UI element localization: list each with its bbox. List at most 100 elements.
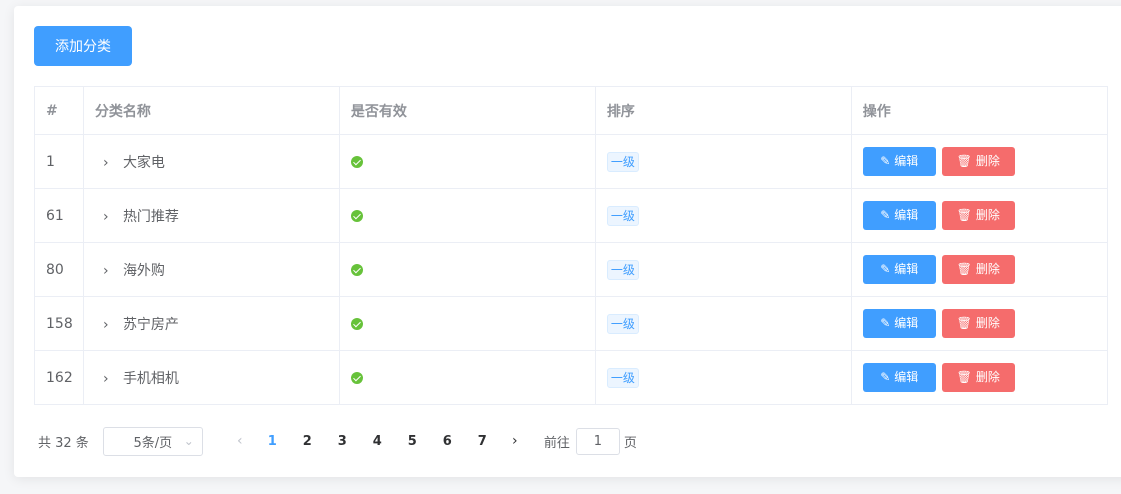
table-row: 162 › 手机相机 一级 ✎ 编辑 🗑 删除 bbox=[34, 350, 1109, 405]
edit-icon: ✎ bbox=[880, 154, 891, 168]
row-index: 158 bbox=[34, 296, 84, 351]
row-name-cell: › 大家电 bbox=[82, 134, 340, 189]
delete-button[interactable]: 🗑 删除 bbox=[941, 201, 1015, 230]
goto-page-input[interactable] bbox=[575, 427, 620, 455]
chevron-right-icon[interactable]: › bbox=[103, 371, 117, 387]
goto-label: 前往 bbox=[543, 435, 570, 451]
edit-button[interactable]: ✎ 编辑 bbox=[862, 147, 936, 176]
page-number-6[interactable]: 6 bbox=[430, 434, 465, 449]
content-card: 添加分类 # 分类名称 是否有效 排序 操作 1 › 大家电 一级 ✎ 编辑 🗑 删除 … bbox=[14, 6, 1121, 477]
row-sort-cell: 一级 bbox=[594, 188, 852, 243]
category-table: # 分类名称 是否有效 排序 操作 1 › 大家电 一级 ✎ 编辑 🗑 删除 61 › 热… bbox=[34, 86, 1109, 405]
delete-label: 删除 bbox=[975, 316, 1000, 330]
edit-button[interactable]: ✎ 编辑 bbox=[862, 363, 936, 392]
page-number-5[interactable]: 5 bbox=[395, 434, 430, 449]
row-index: 61 bbox=[34, 188, 84, 243]
trash-icon: 🗑 bbox=[956, 316, 972, 330]
page-number-1[interactable]: 1 bbox=[255, 434, 290, 449]
add-category-button[interactable]: 添加分类 bbox=[34, 26, 132, 66]
total-count: 共 32 条 bbox=[38, 435, 89, 451]
row-name: 苏宁房产 bbox=[122, 316, 179, 333]
row-valid-cell bbox=[338, 296, 596, 351]
page-number-3[interactable]: 3 bbox=[325, 434, 360, 449]
check-circle-icon bbox=[350, 209, 363, 222]
chevron-right-icon[interactable]: › bbox=[103, 317, 117, 333]
row-op-cell: ✎ 编辑 🗑 删除 bbox=[850, 242, 1109, 297]
row-index: 80 bbox=[34, 242, 84, 297]
row-sort-cell: 一级 bbox=[594, 242, 852, 297]
page-number-4[interactable]: 4 bbox=[360, 434, 395, 449]
delete-label: 删除 bbox=[975, 154, 1000, 168]
page-size-select[interactable]: 5条/页 ⌄ bbox=[102, 426, 203, 456]
chevron-right-icon[interactable]: › bbox=[103, 263, 117, 279]
edit-label: 编辑 bbox=[894, 208, 919, 222]
edit-icon: ✎ bbox=[880, 370, 891, 384]
edit-label: 编辑 bbox=[894, 262, 919, 276]
row-op-cell: ✎ 编辑 🗑 删除 bbox=[850, 188, 1109, 243]
row-valid-cell bbox=[338, 188, 596, 243]
chevron-down-icon: ⌄ bbox=[183, 433, 194, 448]
row-name: 海外购 bbox=[122, 262, 165, 279]
row-valid-cell bbox=[338, 134, 596, 189]
next-page-button[interactable]: › bbox=[500, 433, 530, 449]
header-index: # bbox=[34, 86, 84, 135]
trash-icon: 🗑 bbox=[956, 262, 972, 276]
edit-button[interactable]: ✎ 编辑 bbox=[862, 309, 936, 338]
row-valid-cell bbox=[338, 242, 596, 297]
chevron-right-icon[interactable]: › bbox=[103, 209, 117, 225]
edit-button[interactable]: ✎ 编辑 bbox=[862, 201, 936, 230]
edit-label: 编辑 bbox=[894, 154, 919, 168]
row-op-cell: ✎ 编辑 🗑 删除 bbox=[850, 350, 1109, 405]
edit-icon: ✎ bbox=[880, 208, 891, 222]
delete-button[interactable]: 🗑 删除 bbox=[941, 255, 1015, 284]
page-number-7[interactable]: 7 bbox=[465, 434, 500, 449]
check-circle-icon bbox=[350, 155, 363, 168]
delete-button[interactable]: 🗑 删除 bbox=[941, 309, 1015, 338]
header-valid: 是否有效 bbox=[338, 86, 596, 135]
header-name: 分类名称 bbox=[82, 86, 340, 135]
level-tag: 一级 bbox=[606, 205, 639, 226]
pagination: 共 32 条 5条/页 ⌄ ‹ 1 2 3 4 5 6 7 › 前往 页 bbox=[38, 426, 637, 456]
level-tag: 一级 bbox=[606, 151, 639, 172]
edit-icon: ✎ bbox=[880, 316, 891, 330]
delete-button[interactable]: 🗑 删除 bbox=[941, 147, 1015, 176]
chevron-right-icon[interactable]: › bbox=[103, 155, 117, 171]
trash-icon: 🗑 bbox=[956, 208, 972, 222]
edit-label: 编辑 bbox=[894, 370, 919, 384]
row-index: 162 bbox=[34, 350, 84, 405]
edit-icon: ✎ bbox=[880, 262, 891, 276]
row-op-cell: ✎ 编辑 🗑 删除 bbox=[850, 134, 1109, 189]
page-number-2[interactable]: 2 bbox=[290, 434, 325, 449]
row-valid-cell bbox=[338, 350, 596, 405]
table-header-row: # 分类名称 是否有效 排序 操作 bbox=[34, 86, 1109, 135]
delete-label: 删除 bbox=[975, 208, 1000, 222]
delete-label: 删除 bbox=[975, 370, 1000, 384]
edit-button[interactable]: ✎ 编辑 bbox=[862, 255, 936, 284]
row-name-cell: › 热门推荐 bbox=[82, 188, 340, 243]
table-row: 158 › 苏宁房产 一级 ✎ 编辑 🗑 删除 bbox=[34, 296, 1109, 351]
row-sort-cell: 一级 bbox=[594, 350, 852, 405]
check-circle-icon bbox=[350, 371, 363, 384]
row-name-cell: › 手机相机 bbox=[82, 350, 340, 405]
row-name: 手机相机 bbox=[122, 370, 179, 387]
row-name-cell: › 苏宁房产 bbox=[82, 296, 340, 351]
header-sort: 排序 bbox=[594, 86, 852, 135]
delete-label: 删除 bbox=[975, 262, 1000, 276]
row-op-cell: ✎ 编辑 🗑 删除 bbox=[850, 296, 1109, 351]
row-name-cell: › 海外购 bbox=[82, 242, 340, 297]
edit-label: 编辑 bbox=[894, 316, 919, 330]
row-index: 1 bbox=[34, 134, 84, 189]
table-row: 61 › 热门推荐 一级 ✎ 编辑 🗑 删除 bbox=[34, 188, 1109, 243]
level-tag: 一级 bbox=[606, 313, 639, 334]
prev-page-button[interactable]: ‹ bbox=[225, 433, 255, 449]
trash-icon: 🗑 bbox=[956, 370, 972, 384]
delete-button[interactable]: 🗑 删除 bbox=[941, 363, 1015, 392]
trash-icon: 🗑 bbox=[956, 154, 972, 168]
page-suffix: 页 bbox=[623, 435, 637, 451]
page-size-value: 5条/页 bbox=[133, 435, 173, 451]
row-name: 大家电 bbox=[122, 154, 165, 171]
row-sort-cell: 一级 bbox=[594, 134, 852, 189]
level-tag: 一级 bbox=[606, 259, 639, 280]
level-tag: 一级 bbox=[606, 367, 639, 388]
check-circle-icon bbox=[350, 317, 363, 330]
